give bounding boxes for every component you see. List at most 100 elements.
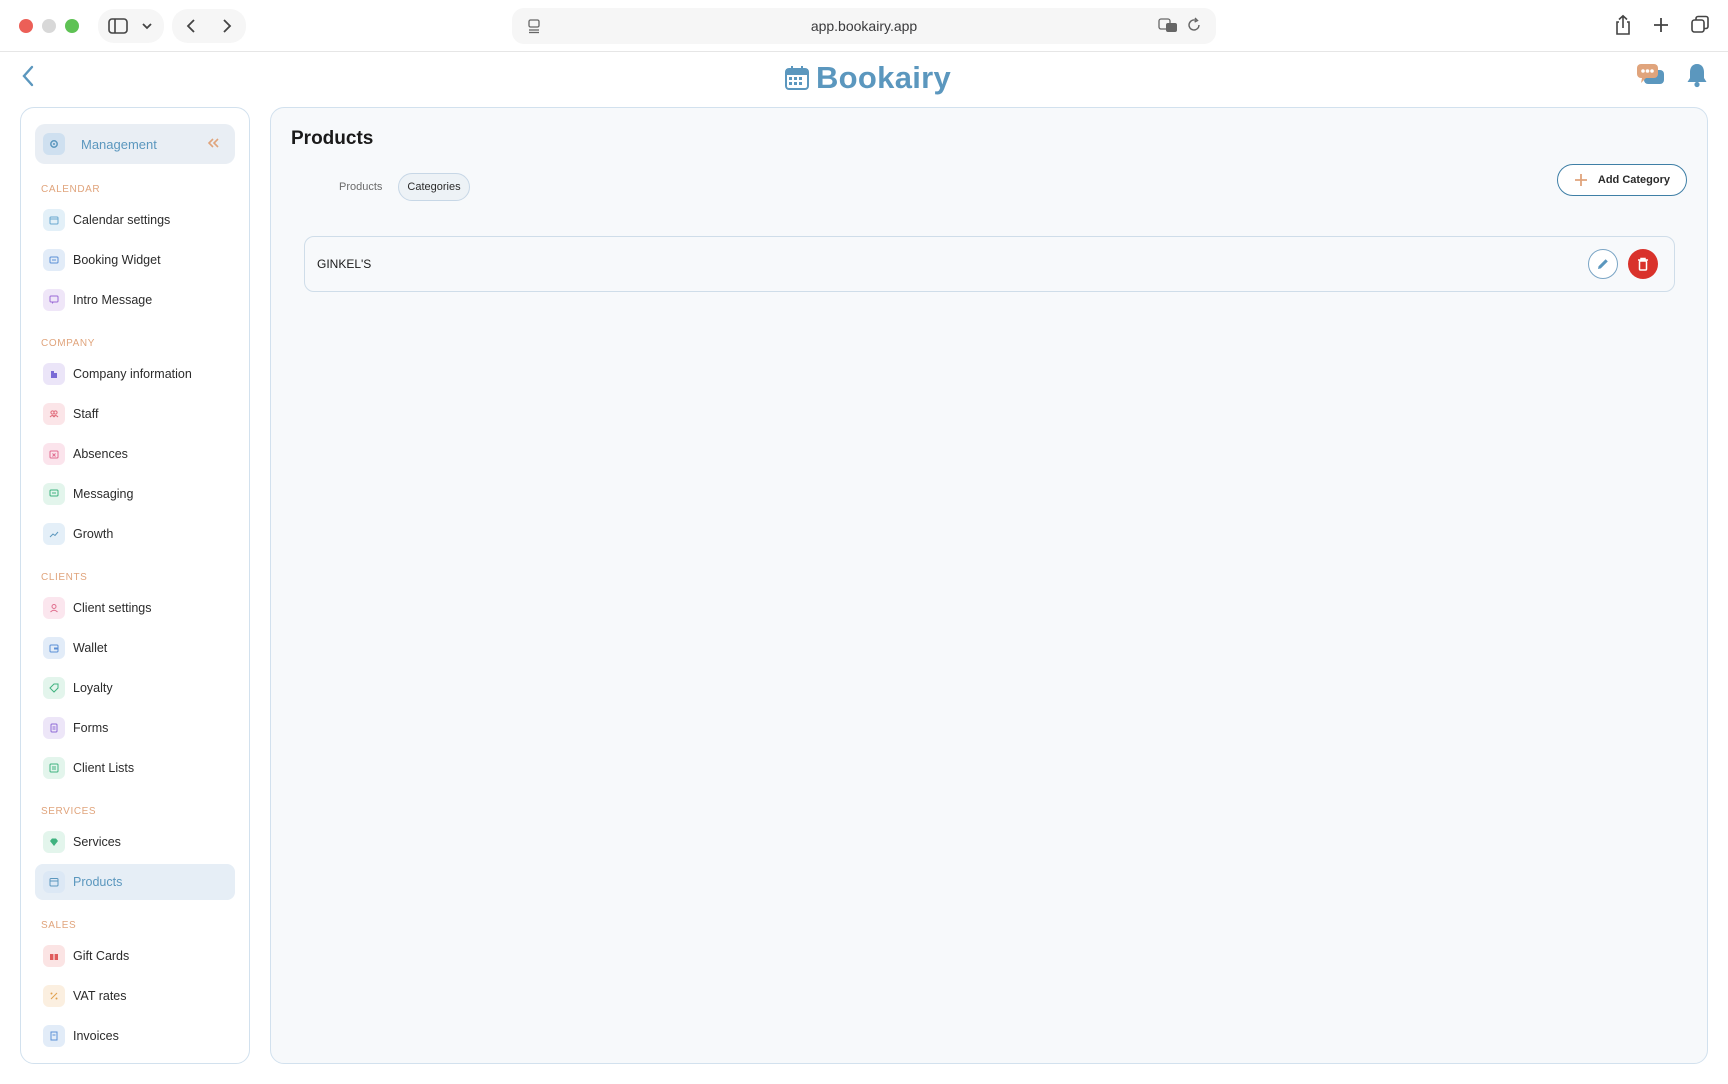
add-category-button[interactable]: Add Category [1556,164,1687,196]
section-heading-services: SERVICES [41,806,97,817]
management-label: Management [81,136,157,152]
sidebar-item-label: Wallet [73,641,108,655]
sidebar-item-loyalty[interactable]: Loyalty [35,670,235,706]
trend-icon [43,523,65,545]
maximize-window-button[interactable] [65,19,79,33]
category-row[interactable]: GINKEL'S [304,236,1675,292]
app-header: Bookairy [0,52,1728,108]
chevron-left-icon [186,19,195,33]
nav-sections: CALENDAR Calendar settings Booking Widget I… [35,184,235,1054]
trash-icon [1638,257,1648,271]
sidebar-item-company-information[interactable]: Company information [35,356,235,392]
close-window-button[interactable] [19,19,33,33]
sidebar-item-invoices[interactable]: Invoices [35,1018,235,1054]
reader-icon[interactable] [526,18,542,37]
collapse-sidebar-button[interactable] [205,135,221,156]
pencil-icon [1598,259,1608,269]
sidebar-item-label: Calendar settings [73,213,171,227]
chevron-right-icon [223,19,232,33]
sidebar-item-label: Intro Message [73,293,153,307]
box-icon [43,871,65,893]
sidebar-item-label: Loyalty [73,681,113,695]
sidebar-item-vat-rates[interactable]: VAT rates [35,978,235,1014]
sidebar-item-label: Products [73,875,123,889]
sidebar-item-absences[interactable]: Absences [35,436,235,472]
section-heading-company: COMPANY [41,338,96,349]
logo-text: Bookairy [816,60,952,95]
section-heading-sales: SALES [41,920,77,931]
invoice-icon [43,1025,65,1047]
sidebar-item-forms[interactable]: Forms [35,710,235,746]
browser-toolbar: app.bookairy.app [0,0,1728,52]
sidebar-item-label: Services [73,835,121,849]
form-icon [43,717,65,739]
products-panel: Products Products Categories Add Categor… [270,107,1708,1064]
sidebar-item-intro-message[interactable]: Intro Message [35,282,235,318]
share-icon[interactable] [1614,14,1632,36]
chat-bubbles-icon[interactable] [1636,62,1666,88]
url-text: app.bookairy.app [810,18,918,34]
address-bar[interactable]: app.bookairy.app [512,8,1216,44]
sidebar-item-messaging[interactable]: Messaging [35,476,235,512]
gear-icon [43,133,65,155]
section-heading-clients: CLIENTS [41,572,88,583]
widget-icon [43,249,65,271]
sidebar-item-label: Client settings [73,601,152,615]
double-chevron-left-icon [207,138,219,148]
calendar-icon [43,209,65,231]
sidebar-item-gift-cards[interactable]: Gift Cards [35,938,235,974]
section-heading-calendar: CALENDAR [41,184,101,195]
diamond-icon [43,831,65,853]
page-title: Products [291,128,374,149]
tag-icon [43,677,65,699]
edit-category-button[interactable] [1588,249,1618,279]
browser-forward-button[interactable] [209,18,245,34]
new-tab-icon[interactable] [1652,14,1670,36]
sidebar-item-label: Client Lists [73,761,135,775]
sidebar-item-services[interactable]: Services [35,824,235,860]
translate-icon[interactable] [1158,17,1178,33]
percent-icon [43,985,65,1007]
gift-icon [43,945,65,967]
tab-categories[interactable]: Categories [398,173,470,201]
sidebar-item-staff[interactable]: Staff [35,396,235,432]
sidebar-item-growth[interactable]: Growth [35,516,235,552]
tab-overview-icon[interactable] [1690,14,1710,36]
app-logo[interactable]: Bookairy [784,60,951,96]
sidebar-item-calendar-settings[interactable]: Calendar settings [35,202,235,238]
sidebar-item-label: Messaging [73,487,134,501]
sidebar-item-label: Absences [73,447,128,461]
minimize-window-button[interactable] [42,19,56,33]
chevron-down-icon [142,23,152,30]
sidebar-toggle-button[interactable] [98,9,164,43]
sidebar-item-wallet[interactable]: Wallet [35,630,235,666]
plus-icon [1574,174,1587,186]
sidebar-item-client-settings[interactable]: Client settings [35,590,235,626]
tab-products[interactable]: Products [331,175,390,199]
back-arrow-icon [22,65,34,87]
sidebar-item-label: Invoices [73,1029,119,1043]
sidebar-icon [108,18,128,34]
users-icon [43,403,65,425]
sidebar-item-label: Growth [73,527,114,541]
message-icon [43,289,65,311]
settings-sidebar: Management CALENDAR Calendar settings Book… [20,107,250,1064]
sidebar-item-label: VAT rates [73,989,127,1003]
bell-icon[interactable] [1686,62,1708,88]
sidebar-item-products[interactable]: Products [35,864,235,900]
wallet-icon [43,637,65,659]
category-name: GINKEL'S [317,257,372,271]
history-nav [172,9,246,43]
building-icon [43,363,65,385]
sidebar-item-label: Gift Cards [73,949,130,963]
sidebar-item-booking-widget[interactable]: Booking Widget [35,242,235,278]
browser-back-button[interactable] [173,18,209,34]
sidebar-item-label: Booking Widget [73,253,161,267]
reload-icon[interactable] [1186,17,1202,33]
tabs: Products Categories [331,173,470,201]
delete-category-button[interactable] [1628,249,1658,279]
back-button[interactable] [18,62,38,95]
sidebar-item-client-lists[interactable]: Client Lists [35,750,235,786]
management-header[interactable]: Management [35,124,235,164]
sidebar-item-label: Forms [73,721,109,735]
